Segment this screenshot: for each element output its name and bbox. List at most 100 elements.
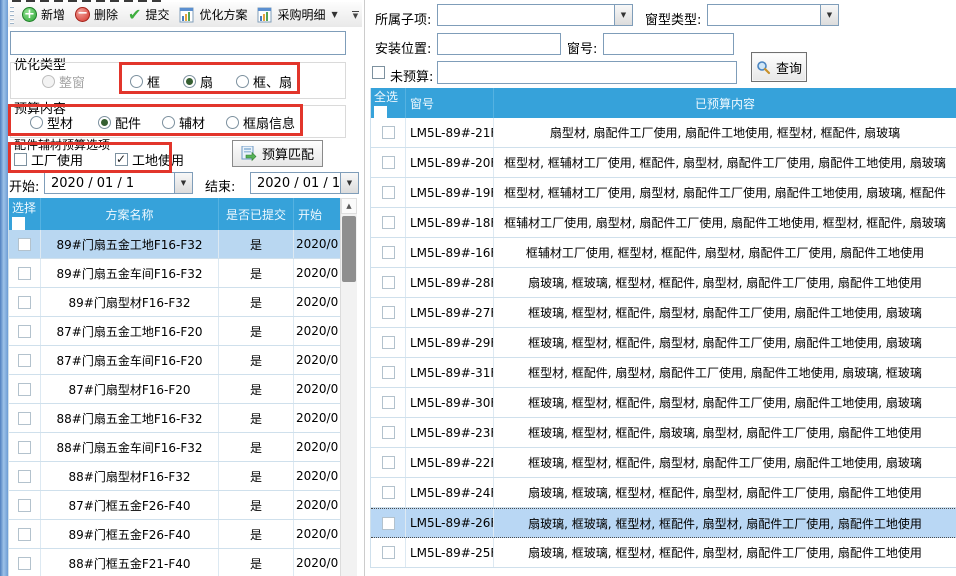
checkbox-site-use[interactable]: 工地使用 [115, 150, 184, 169]
row-checkbox[interactable] [18, 528, 31, 541]
install-position-input[interactable] [437, 33, 561, 55]
window-no-column-header[interactable]: 窗号 [406, 88, 494, 118]
radio-accessory[interactable]: 配件 [98, 113, 141, 132]
chevron-down-icon[interactable]: ▼ [820, 5, 838, 25]
sub-item-select[interactable]: ▼ [437, 4, 633, 26]
plan-row[interactable]: 88#门扇型材F16-F32 是 2020/0 [9, 462, 357, 491]
window-row[interactable]: LM5L-89#-19F17 框型材, 框辅材工厂使用, 扇型材, 扇配件工厂使… [371, 178, 956, 208]
row-checkbox[interactable] [382, 336, 395, 349]
chevron-down-icon[interactable]: ▼ [174, 173, 192, 193]
toolbar-overflow-button[interactable]: ▼ [349, 5, 362, 25]
row-checkbox[interactable] [18, 238, 31, 251]
optimize-plan-button[interactable]: 优化方案 [174, 3, 252, 27]
window-row[interactable]: LM5L-89#-18F16 框辅材工厂使用, 扇型材, 扇配件工厂使用, 扇配… [371, 208, 956, 238]
plan-row[interactable]: 88#门扇五金工地F16-F32 是 2020/0 [9, 404, 357, 433]
unbudgeted-checkbox[interactable] [372, 66, 385, 82]
chevron-down-icon[interactable]: ▼ [340, 173, 358, 193]
row-checkbox[interactable] [18, 557, 31, 570]
window-row[interactable]: LM5L-89#-31F29 框型材, 框配件, 扇型材, 扇配件工厂使用, 扇… [371, 358, 956, 388]
radio-frame[interactable]: 框 [130, 72, 160, 91]
row-checkbox[interactable] [18, 354, 31, 367]
row-checkbox[interactable] [18, 412, 31, 425]
query-button[interactable]: 查询 [751, 52, 807, 82]
delete-button[interactable]: − 删除 [70, 3, 123, 27]
window-row[interactable]: LM5L-89#-26F24 扇玻璃, 框玻璃, 框型材, 框配件, 扇型材, … [371, 508, 956, 538]
row-checkbox[interactable] [382, 156, 395, 169]
row-checkbox[interactable] [382, 486, 395, 499]
budgeted-content-column-header[interactable]: 已预算内容 [494, 88, 956, 118]
panel-divider[interactable] [364, 0, 365, 576]
row-checkbox[interactable] [18, 441, 31, 454]
window-row[interactable]: LM5L-89#-21F19 扇型材, 扇配件工厂使用, 扇配件工地使用, 框型… [371, 118, 956, 148]
row-checkbox[interactable] [382, 246, 395, 259]
window-row[interactable]: LM5L-89#-22F20 框玻璃, 框型材, 框配件, 扇型材, 扇配件工厂… [371, 448, 956, 478]
row-checkbox[interactable] [382, 306, 395, 319]
row-checkbox[interactable] [18, 267, 31, 280]
budget-match-button[interactable]: 预算匹配 [232, 140, 323, 167]
purchase-detail-button[interactable]: 采购明细 ▼ [252, 3, 342, 27]
plan-row[interactable]: 87#门框五金F26-F40 是 2020/0 [9, 491, 357, 520]
plans-table-scrollbar[interactable]: ▲ [340, 198, 357, 576]
row-checkbox[interactable] [382, 396, 395, 409]
window-row[interactable]: LM5L-89#-30F28 框玻璃, 框型材, 框配件, 扇型材, 扇配件工厂… [371, 388, 956, 418]
checkbox-factory-use[interactable]: 工厂使用 [14, 150, 83, 169]
radio-frame-sash-info[interactable]: 框扇信息 [226, 113, 295, 132]
start-column-header[interactable]: 开始 [294, 198, 341, 230]
row-checkbox[interactable] [382, 276, 395, 289]
plan-start-date: 2020/0 [294, 404, 341, 432]
date-start-picker[interactable]: 2020 / 01 / 1 ▼ [44, 172, 193, 194]
plan-row[interactable]: 89#门扇型材F16-F32 是 2020/0 [9, 288, 357, 317]
budgeted-content: 框玻璃, 框型材, 框配件, 扇型材, 扇配件工厂使用, 扇配件工地使用, 扇玻… [494, 448, 956, 477]
window-row[interactable]: LM5L-89#-23F21 框玻璃, 框型材, 框配件, 扇玻璃, 扇型材, … [371, 418, 956, 448]
row-checkbox[interactable] [18, 499, 31, 512]
window-row[interactable]: LM5L-89#-28F26 扇玻璃, 框玻璃, 框型材, 框配件, 扇型材, … [371, 268, 956, 298]
radio-auxiliary[interactable]: 辅材 [162, 113, 205, 132]
row-checkbox[interactable] [382, 366, 395, 379]
row-checkbox[interactable] [18, 383, 31, 396]
radio-sash[interactable]: 扇 [183, 72, 213, 91]
plan-row[interactable]: 89#门扇五金工地F16-F32 是 2020/0 [9, 230, 357, 259]
add-button[interactable]: + 新增 [17, 3, 70, 27]
radio-frame-sash[interactable]: 框、扇 [236, 72, 292, 91]
row-checkbox[interactable] [382, 216, 395, 229]
radio-whole-window[interactable]: 整窗 [42, 72, 85, 91]
submitted-column-header[interactable]: 是否已提交 [219, 198, 294, 230]
row-checkbox[interactable] [382, 546, 395, 559]
scroll-up-icon[interactable]: ▲ [341, 198, 357, 214]
row-checkbox[interactable] [382, 517, 395, 530]
window-row[interactable]: LM5L-89#-20F18 框型材, 框辅材工厂使用, 框配件, 扇型材, 扇… [371, 148, 956, 178]
plan-row[interactable]: 89#门扇五金车间F16-F32 是 2020/0 [9, 259, 357, 288]
window-type-select[interactable]: ▼ [707, 4, 839, 26]
row-checkbox[interactable] [382, 426, 395, 439]
date-end-picker[interactable]: 2020 / 01 / 13 ▼ [250, 172, 359, 194]
row-checkbox[interactable] [382, 186, 395, 199]
plan-row[interactable]: 89#门框五金F26-F40 是 2020/0 [9, 520, 357, 549]
plan-row[interactable]: 88#门扇五金车间F16-F32 是 2020/0 [9, 433, 357, 462]
submit-button[interactable]: ✔ 提交 [123, 3, 174, 27]
window-row[interactable]: LM5L-89#-29F27 框玻璃, 框型材, 框配件, 扇型材, 扇配件工厂… [371, 328, 956, 358]
row-checkbox[interactable] [382, 456, 395, 469]
window-row[interactable]: LM5L-89#-27F25 框玻璃, 框型材, 框配件, 扇型材, 扇配件工厂… [371, 298, 956, 328]
row-checkbox[interactable] [18, 470, 31, 483]
plan-row[interactable]: 87#门扇五金工地F16-F20 是 2020/0 [9, 317, 357, 346]
plan-row[interactable]: 87#门扇型材F16-F20 是 2020/0 [9, 375, 357, 404]
window-no-input[interactable] [603, 33, 734, 55]
plan-row[interactable]: 87#门扇五金车间F16-F20 是 2020/0 [9, 346, 357, 375]
search-input[interactable] [10, 31, 346, 55]
select-all-checkbox[interactable] [12, 217, 25, 230]
plan-row[interactable]: 88#门框五金F21-F40 是 2020/0 [9, 549, 357, 576]
plan-name-column-header[interactable]: 方案名称 [41, 198, 219, 230]
radio-profile[interactable]: 型材 [30, 113, 73, 132]
toolbar-grip[interactable] [10, 6, 14, 24]
window-row[interactable]: LM5L-89#-24F22 扇玻璃, 框玻璃, 框型材, 框配件, 扇型材, … [371, 478, 956, 508]
select-all-checkbox[interactable] [374, 106, 387, 119]
row-checkbox[interactable] [382, 126, 395, 139]
plan-start-date: 2020/0 [294, 259, 341, 287]
chevron-down-icon[interactable]: ▼ [614, 5, 632, 25]
scrollbar-thumb[interactable] [342, 216, 356, 282]
row-checkbox[interactable] [18, 325, 31, 338]
window-row[interactable]: LM5L-89#-16F15 框辅材工厂使用, 框型材, 框配件, 扇型材, 扇… [371, 238, 956, 268]
window-row[interactable]: LM5L-89#-25F23 扇玻璃, 框玻璃, 框型材, 框配件, 扇型材, … [371, 538, 956, 568]
unbudgeted-input[interactable] [437, 61, 737, 84]
row-checkbox[interactable] [18, 296, 31, 309]
